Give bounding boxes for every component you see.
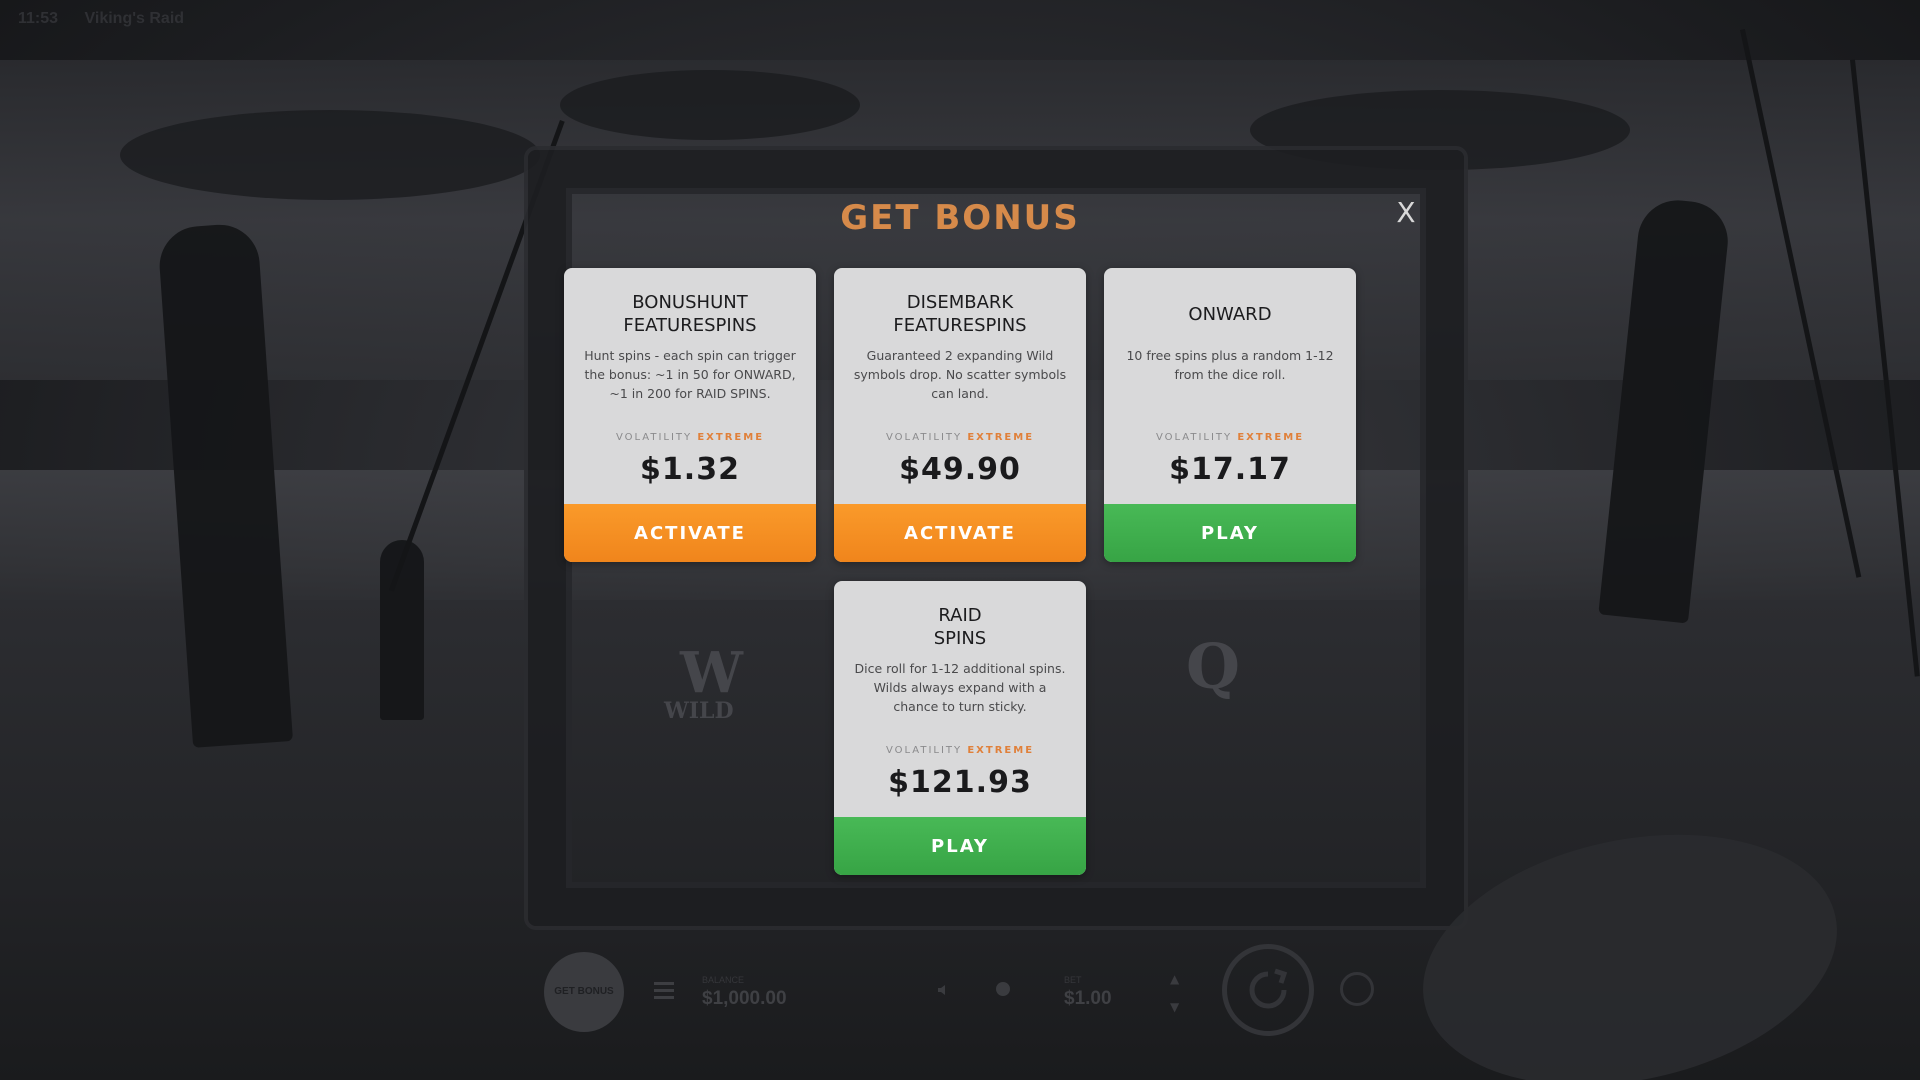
card-price: $121.93 [888,765,1032,800]
modal-title: GET BONUS [840,198,1080,238]
bonus-card-onward: ONWARD 10 free spins plus a random 1-12 … [1104,268,1356,562]
activate-button[interactable]: ACTIVATE [834,504,1086,562]
clock: 11:53 [18,10,59,27]
reel-symbol: W [680,640,743,706]
spin-button[interactable] [1222,944,1314,1036]
card-price: $1.32 [640,452,740,487]
background-cloud [560,70,860,140]
bet-stepper[interactable]: ▲ ▼ [1170,972,1179,1014]
card-description: 10 free spins plus a random 1-12 from th… [1126,348,1334,382]
balance-label: BALANCE [702,975,745,985]
volatility-level: EXTREME [967,432,1035,443]
card-description: Hunt spins - each spin can trigger the b… [584,348,796,401]
background-cloud [120,110,540,200]
card-description: Guaranteed 2 expanding Wild symbols drop… [853,348,1067,401]
bonus-card-raid-spins: RAID SPINS Dice roll for 1-12 additional… [834,581,1086,875]
info-icon[interactable] [996,982,1010,996]
volatility-level: EXTREME [967,745,1035,756]
volatility-level: EXTREME [1237,432,1305,443]
menu-icon[interactable] [654,982,674,1000]
volatility-label: VOLATILITY [1155,432,1233,443]
activate-button[interactable]: ACTIVATE [564,504,816,562]
card-price: $49.90 [899,452,1021,487]
game-stage: W WILD Q 11:53 Viking's Raid GET BONUS B… [0,0,1920,1080]
card-volatility: VOLATILITY EXTREME [564,432,816,443]
get-bonus-button[interactable]: GET BONUS [544,952,624,1032]
card-title: BONUSHUNT FEATURESPINS [564,290,816,338]
game-title-bar: 11:53 Viking's Raid [18,10,206,28]
sound-icon[interactable] [936,982,952,998]
card-title: ONWARD [1104,290,1356,338]
game-name: Viking's Raid [84,10,185,27]
card-volatility: VOLATILITY EXTREME [834,745,1086,756]
bet-increase-icon[interactable]: ▲ [1170,972,1179,986]
bonus-card-bonushunt: BONUSHUNT FEATURESPINS Hunt spins - each… [564,268,816,562]
bet-decrease-icon[interactable]: ▼ [1170,1000,1179,1014]
card-title-text: DISEMBARK FEATURESPINS [893,292,1027,336]
balance-value: $1,000.00 [702,988,787,1009]
bet-value: $1.00 [1064,988,1112,1009]
volatility-label: VOLATILITY [885,745,963,756]
card-price: $17.17 [1169,452,1291,487]
reel-symbol: WILD [664,698,734,724]
bet-label: BET [1064,975,1082,985]
spin-icon [1249,968,1288,1009]
card-title: RAID SPINS [834,603,1086,651]
card-title-text: BONUSHUNT FEATURESPINS [623,292,757,336]
volatility-label: VOLATILITY [615,432,693,443]
card-volatility: VOLATILITY EXTREME [1104,432,1356,443]
card-title: DISEMBARK FEATURESPINS [834,290,1086,338]
card-title-text: RAID SPINS [933,605,987,649]
autoplay-button[interactable] [1340,972,1374,1006]
volatility-label: VOLATILITY [885,432,963,443]
card-title-text: ONWARD [1188,303,1272,325]
card-description: Dice roll for 1-12 additional spins. Wil… [854,661,1066,714]
play-button[interactable]: PLAY [834,817,1086,875]
reel-symbol: Q [1186,630,1241,703]
volatility-level: EXTREME [697,432,765,443]
play-button[interactable]: PLAY [1104,504,1356,562]
bonus-card-disembark: DISEMBARK FEATURESPINS Guaranteed 2 expa… [834,268,1086,562]
card-volatility: VOLATILITY EXTREME [834,432,1086,443]
close-button[interactable]: X [1394,196,1418,232]
